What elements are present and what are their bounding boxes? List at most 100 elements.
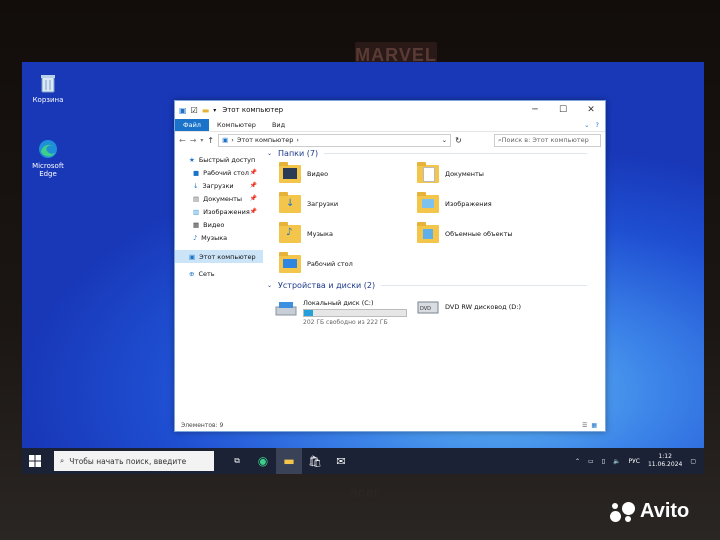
tiles-view-icon[interactable]: ▦ [591, 422, 597, 429]
folder-label: Изображения [445, 200, 492, 208]
language-indicator[interactable]: РУС [629, 458, 640, 465]
edge-icon: ◉ [257, 454, 269, 468]
address-input[interactable]: ▣ › Этот компьютер › ⌄ [218, 133, 452, 147]
folder-pictures[interactable]: Изображения [417, 192, 492, 213]
network-icon[interactable]: ▭ [588, 458, 594, 465]
computer-icon: ▣ [222, 136, 229, 144]
chevron-down-icon: ⌄ [267, 282, 273, 289]
taskbar-search-input[interactable]: ⌕ Чтобы начать поиск, введите [54, 451, 214, 471]
taskbar-explorer-button[interactable]: ▬ [276, 448, 302, 474]
file-explorer-window: ▣ ☑ ▬ ▾ Этот компьютер ─ ☐ ✕ Файл Компью… [174, 100, 606, 432]
taskbar-mail-button[interactable]: ✉ [328, 448, 354, 474]
volume-icon[interactable]: 🔈 [613, 458, 620, 465]
chevron-up-icon[interactable]: ⌃ [575, 458, 580, 465]
clock[interactable]: 1:12 11.06.2024 [648, 453, 682, 469]
nav-item-quick-access[interactable]: ★ Быстрый доступ [175, 153, 263, 166]
address-bar-row: ← → ▾ ↑ ▣ › Этот компьютер › ⌄ ↻ ⌕ Поиск… [175, 132, 605, 148]
folder-video[interactable]: Видео [279, 162, 329, 183]
nav-item-downloads[interactable]: ↓ Загрузки 📌 [175, 179, 263, 192]
nav-item-label: Музыка [201, 233, 228, 242]
pictures-icon: ▨ [193, 207, 200, 216]
folder-3d-objects[interactable]: Объемные объекты [417, 222, 513, 243]
avito-logo-icon [610, 501, 636, 523]
folders-group-header[interactable]: ⌄ Папки (7) [267, 149, 587, 158]
star-icon: ★ [189, 155, 195, 164]
pin-icon: 📌 [249, 208, 257, 215]
folder-documents[interactable]: Документы [417, 162, 484, 183]
maximize-button[interactable]: ☐ [549, 105, 577, 115]
search-input[interactable]: ⌕ Поиск в: Этот компьютер [494, 133, 601, 147]
video-icon: ▦ [193, 220, 200, 229]
folder-music[interactable]: ♪ Музыка [279, 222, 333, 243]
nav-item-label: Изображения [203, 207, 250, 216]
nav-item-label: Видео [203, 220, 225, 229]
taskbar-store-button[interactable]: 🛍 [302, 448, 328, 474]
navigation-pane: ★ Быстрый доступ ■ Рабочий стол 📌 ↓ Загрузки… [175, 147, 263, 419]
recycle-bin-icon [37, 72, 59, 94]
battery-icon[interactable]: ▯ [602, 458, 605, 465]
folder-label: Загрузки [307, 200, 339, 208]
close-button[interactable]: ✕ [577, 105, 605, 115]
chevron-down-icon[interactable]: ⌄ [584, 121, 589, 129]
hard-drive-icon [275, 301, 297, 317]
folder-downloads[interactable]: ↓ Загрузки [279, 192, 339, 213]
desktop-icon-edge[interactable]: Microsoft Edge [24, 138, 72, 178]
forward-icon[interactable]: → [190, 136, 197, 145]
nav-item-desktop[interactable]: ■ Рабочий стол 📌 [175, 166, 263, 179]
desktop-icon-recycle-bin[interactable]: Корзина [24, 72, 72, 104]
item-count: Элементов: 9 [181, 421, 224, 429]
chevron-down-icon[interactable]: ▾ [213, 107, 216, 114]
drive-c[interactable]: Локальный диск (C:) 202 ГБ свободно из 2… [275, 299, 407, 326]
nav-item-video[interactable]: ▦ Видео [175, 218, 263, 231]
computer-icon[interactable]: ▣ [179, 106, 187, 115]
nav-item-this-pc[interactable]: ▣ Этот компьютер [175, 250, 263, 263]
folder-icon: ▬ [283, 454, 295, 468]
documents-icon: ▤ [193, 194, 200, 203]
checkbox-icon[interactable]: ☑ [191, 106, 198, 115]
tab-view[interactable]: Вид [264, 119, 293, 131]
up-icon[interactable]: ↑ [207, 136, 214, 145]
quick-access-toolbar: ▣ ☑ ▬ ▾ [179, 106, 216, 115]
desktop-folder-icon [279, 252, 301, 273]
nav-item-music[interactable]: ♪ Музыка [175, 231, 263, 244]
folder-label: Видео [307, 170, 329, 178]
group-title: Устройства и диски (2) [278, 281, 376, 290]
folder-desktop[interactable]: Рабочий стол [279, 252, 353, 273]
nav-item-documents[interactable]: ▤ Документы 📌 [175, 192, 263, 205]
back-icon[interactable]: ← [179, 136, 186, 145]
downloads-folder-icon: ↓ [279, 192, 301, 213]
nav-item-pictures[interactable]: ▨ Изображения 📌 [175, 205, 263, 218]
search-placeholder: Поиск в: Этот компьютер [501, 136, 589, 144]
chevron-down-icon[interactable]: ⌄ [442, 136, 450, 144]
help-icon[interactable]: ? [596, 121, 599, 129]
divider [381, 285, 587, 286]
desktop-icon-label: Корзина [32, 96, 64, 104]
minimize-button[interactable]: ─ [521, 105, 549, 115]
network-icon: ⊕ [189, 269, 195, 278]
breadcrumb-separator: › [296, 136, 299, 144]
nav-item-network[interactable]: ⊕ Сеть [175, 267, 263, 280]
video-folder-icon [279, 162, 301, 183]
date: 11.06.2024 [647, 461, 683, 468]
chevron-down-icon[interactable]: ▾ [200, 137, 203, 144]
details-view-icon[interactable]: ☰ [582, 422, 587, 429]
download-icon: ↓ [193, 181, 199, 190]
devices-group-header[interactable]: ⌄ Устройства и диски (2) [267, 281, 587, 290]
content-pane: ⌄ Папки (7) Видео Документы ↓ Загрузки Из… [267, 147, 605, 419]
drive-usage-fill [304, 310, 314, 316]
dvd-drive-icon: DVD [417, 299, 439, 315]
drive-free-space: 202 ГБ свободно из 222 ГБ [303, 319, 388, 326]
refresh-icon[interactable]: ↻ [455, 136, 462, 145]
nav-item-label: Рабочий стол [203, 168, 249, 177]
task-view-button[interactable]: ⧉ [224, 448, 250, 474]
taskbar: ⌕ Чтобы начать поиск, введите ⧉ ◉ ▬ 🛍 ✉ … [22, 448, 704, 474]
windows-icon [29, 455, 41, 467]
start-button[interactable] [22, 448, 48, 474]
taskbar-edge-button[interactable]: ◉ [250, 448, 276, 474]
folder-icon[interactable]: ▬ [202, 106, 210, 115]
tab-computer[interactable]: Компьютер [209, 119, 264, 131]
title-bar: ▣ ☑ ▬ ▾ Этот компьютер ─ ☐ ✕ [175, 101, 605, 119]
notifications-icon[interactable]: ▢ [690, 458, 696, 465]
tab-file[interactable]: Файл [175, 119, 209, 131]
drive-d[interactable]: DVD DVD RW дисковод (D:) [417, 299, 521, 315]
